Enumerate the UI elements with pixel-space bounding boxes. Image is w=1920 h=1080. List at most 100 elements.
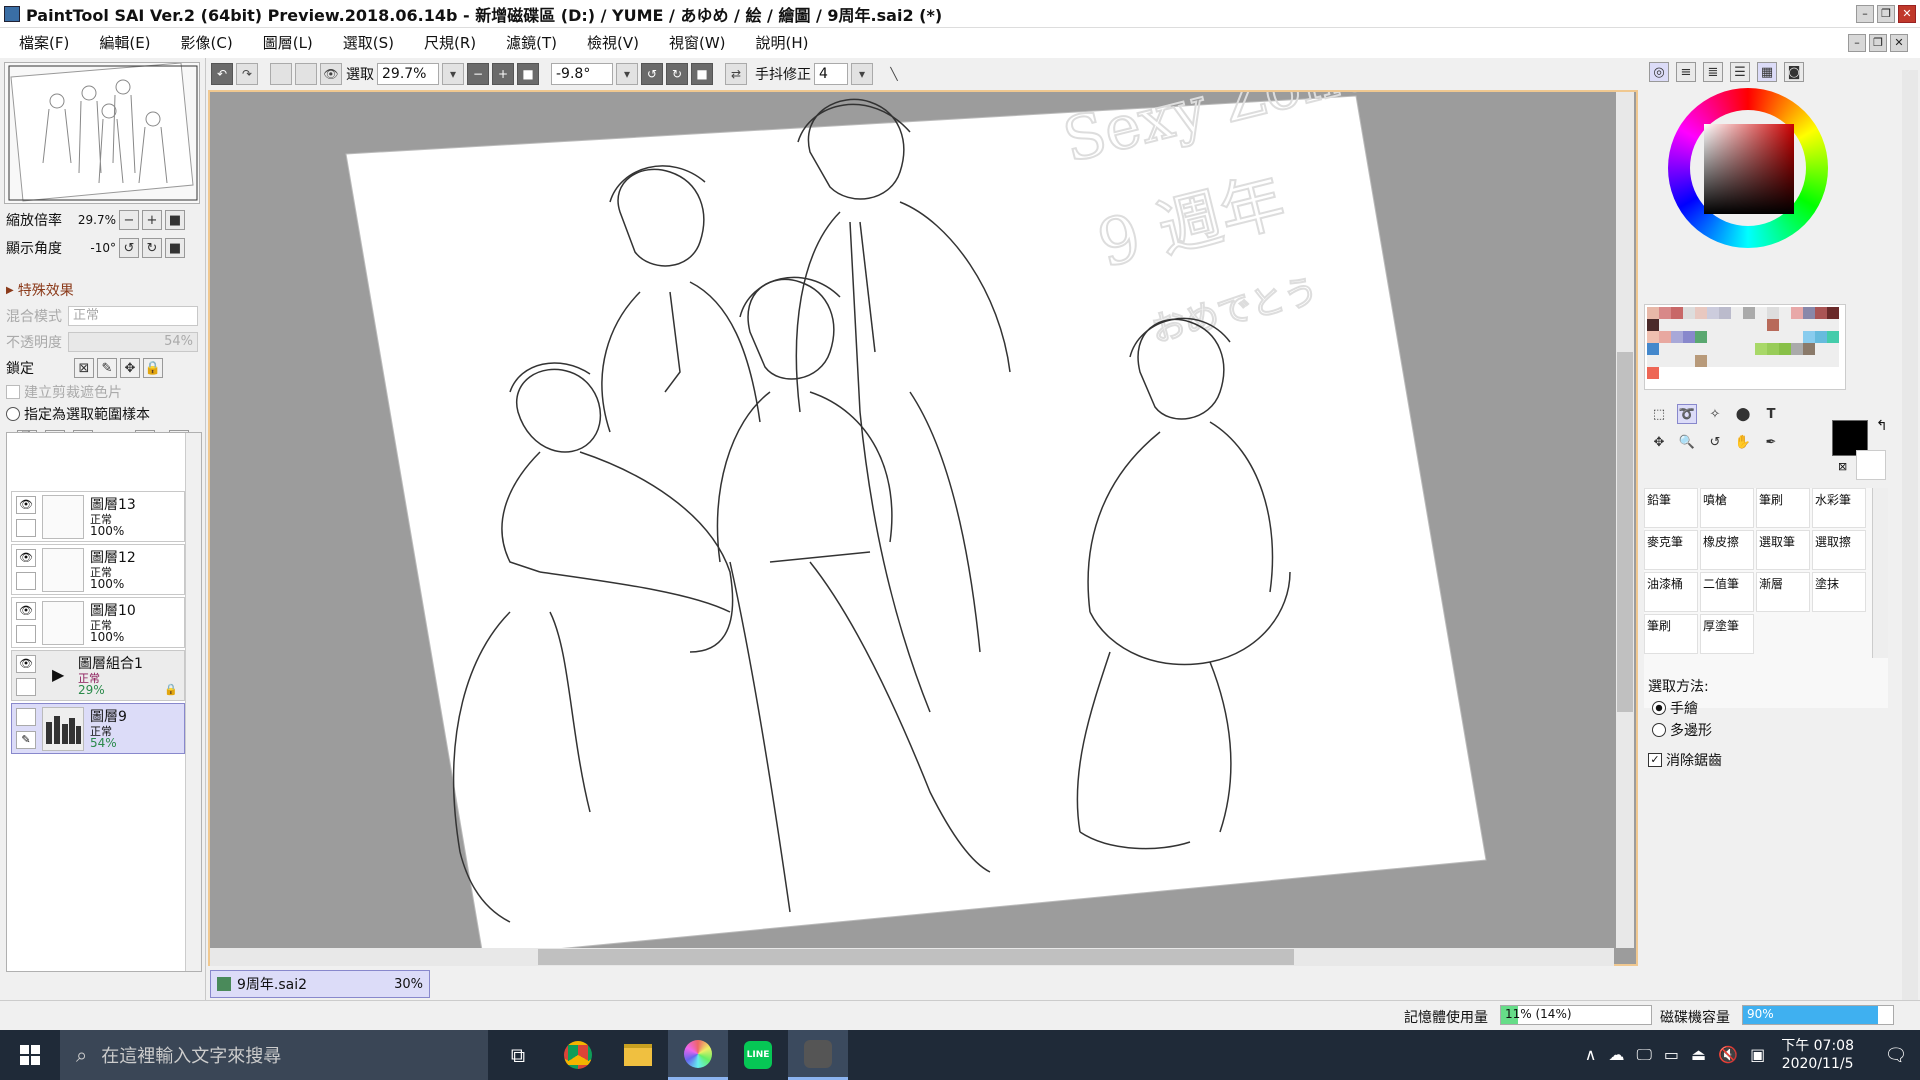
- eyedropper-icon[interactable]: ✒: [1761, 432, 1781, 452]
- chrome-icon[interactable]: [548, 1030, 608, 1080]
- painttool-sai-taskbar-icon[interactable]: [668, 1030, 728, 1080]
- volume-icon[interactable]: 🔇: [1718, 1045, 1738, 1065]
- brush-gradient[interactable]: 漸層: [1756, 572, 1810, 612]
- method-polygon-row[interactable]: 多邊形: [1652, 720, 1712, 740]
- lock-alpha-icon[interactable]: ⊠: [74, 358, 94, 378]
- usb-icon[interactable]: ⏏: [1691, 1045, 1706, 1065]
- navigator-preview[interactable]: [4, 62, 200, 204]
- stabilizer-field[interactable]: 4: [814, 63, 848, 85]
- menu-layer[interactable]: 圖層(L): [248, 28, 328, 58]
- nav-rotate-left-button[interactable]: ↺: [119, 238, 139, 258]
- opacity-slider[interactable]: 54%: [68, 332, 198, 352]
- menu-select[interactable]: 選取(S): [328, 28, 409, 58]
- eye-icon[interactable]: 👁: [16, 496, 36, 514]
- clip-checkbox[interactable]: [6, 385, 20, 399]
- canvas-vertical-scrollbar[interactable]: [1616, 92, 1634, 948]
- secondary-color-swatch[interactable]: [1856, 450, 1886, 480]
- sample-row[interactable]: 指定為選取範圍樣本: [6, 404, 150, 424]
- lock-all-icon[interactable]: 🔒: [143, 358, 163, 378]
- document-tab[interactable]: 9周年.sai2 30%: [210, 970, 430, 998]
- angle-dropdown-button[interactable]: ▾: [616, 63, 638, 85]
- transparent-color-icon[interactable]: ⊠: [1838, 460, 1847, 473]
- eye-icon[interactable]: 👁: [16, 549, 36, 567]
- magic-wand-icon[interactable]: ✧: [1705, 404, 1725, 424]
- nav-rotate-reset-button[interactable]: ■: [165, 238, 185, 258]
- flip-icon[interactable]: ⇄: [725, 63, 747, 85]
- swatch-grid-tab-icon[interactable]: ▦: [1757, 62, 1777, 82]
- layer-scrollbar[interactable]: [185, 433, 201, 971]
- zoom-reset-button[interactable]: ■: [517, 63, 539, 85]
- nav-zoom-out-button[interactable]: −: [119, 210, 139, 230]
- menu-image[interactable]: 影像(C): [166, 28, 248, 58]
- text-tool-icon[interactable]: T: [1761, 404, 1781, 424]
- taskbar-search-box[interactable]: ⌕ 在這裡輸入文字來搜尋: [60, 1030, 488, 1080]
- menu-file[interactable]: 檔案(F): [0, 28, 84, 58]
- effects-section[interactable]: ▶ 特殊效果: [6, 280, 74, 300]
- brush-binary[interactable]: 二值筆: [1700, 572, 1754, 612]
- file-explorer-icon[interactable]: [608, 1030, 668, 1080]
- deselect-button[interactable]: [270, 63, 292, 85]
- folder-expand-icon[interactable]: ▶: [52, 665, 64, 684]
- layer-select-checkbox[interactable]: [16, 625, 36, 643]
- rotate-right-button[interactable]: ↻: [666, 63, 688, 85]
- layer-select-checkbox[interactable]: [16, 572, 36, 590]
- layer-item-12[interactable]: 👁 圖層12 正常 100%: [11, 544, 185, 595]
- clip-row[interactable]: 建立剪裁遮色片: [6, 382, 122, 402]
- straight-line-icon[interactable]: ╲: [883, 63, 905, 85]
- brush-watercolor[interactable]: 水彩筆: [1812, 488, 1866, 528]
- zoom-in-button[interactable]: +: [492, 63, 514, 85]
- nav-zoom-reset-button[interactable]: ■: [165, 210, 185, 230]
- clock[interactable]: 下午 07:08 2020/11/5: [1781, 1037, 1854, 1073]
- zoom-out-button[interactable]: −: [467, 63, 489, 85]
- minimize-button[interactable]: –: [1856, 4, 1874, 23]
- battery-icon[interactable]: ▭: [1664, 1045, 1679, 1065]
- stabilizer-dropdown-button[interactable]: ▾: [851, 63, 873, 85]
- canvas-area[interactable]: Sexy Zone 9 週年 おめでとう: [208, 90, 1638, 966]
- layer-select-checkbox[interactable]: [16, 519, 36, 537]
- rotate-left-button[interactable]: ↺: [641, 63, 663, 85]
- eye-icon[interactable]: 👁: [320, 63, 342, 85]
- canvas-horizontal-scrollbar[interactable]: [210, 948, 1614, 966]
- lock-move-icon[interactable]: ✥: [120, 358, 140, 378]
- doc-minimize-button[interactable]: –: [1848, 34, 1866, 52]
- swatch-list-tab-icon[interactable]: ☰: [1730, 62, 1750, 82]
- rgb-slider-tab-icon[interactable]: ≡: [1676, 62, 1696, 82]
- menu-edit[interactable]: 編輯(E): [84, 28, 165, 58]
- brush-eraser[interactable]: 橡皮擦: [1700, 530, 1754, 570]
- invert-selection-button[interactable]: [295, 63, 317, 85]
- move-icon[interactable]: ✥: [1649, 432, 1669, 452]
- eye-off-icon[interactable]: [16, 708, 36, 726]
- method-freehand-row[interactable]: 手繪: [1652, 698, 1698, 718]
- brush-pencil[interactable]: 鉛筆: [1644, 488, 1698, 528]
- onedrive-icon[interactable]: ☁: [1608, 1045, 1624, 1065]
- shape-icon[interactable]: ⬤: [1733, 404, 1753, 424]
- brush-select-eraser[interactable]: 選取擦: [1812, 530, 1866, 570]
- vscroll-thumb[interactable]: [1617, 352, 1633, 712]
- close-button[interactable]: ✕: [1898, 4, 1916, 23]
- scratchpad-tab-icon[interactable]: ◙: [1784, 62, 1804, 82]
- layer-item-10[interactable]: 👁 圖層10 正常 100%: [11, 597, 185, 648]
- method-freehand-radio[interactable]: [1652, 701, 1666, 715]
- canvas-drawing[interactable]: Sexy Zone 9 週年 おめでとう: [210, 92, 1636, 964]
- hscroll-thumb[interactable]: [538, 949, 1294, 965]
- notification-icon[interactable]: 🗨: [1872, 1030, 1920, 1080]
- windows-start-button[interactable]: [0, 1030, 60, 1080]
- nav-zoom-in-button[interactable]: +: [142, 210, 162, 230]
- undo-button[interactable]: ↶: [211, 63, 233, 85]
- rotate-tool-icon[interactable]: ↺: [1705, 432, 1725, 452]
- brush-brush-2[interactable]: 筆刷: [1644, 614, 1698, 654]
- hsv-slider-tab-icon[interactable]: ≣: [1703, 62, 1723, 82]
- brush-thick-paint[interactable]: 厚塗筆: [1700, 614, 1754, 654]
- task-view-icon[interactable]: ⧉: [488, 1030, 548, 1080]
- brush-airbrush[interactable]: 噴槍: [1700, 488, 1754, 528]
- nav-rotate-right-button[interactable]: ↻: [142, 238, 162, 258]
- menu-ruler[interactable]: 尺規(R): [409, 28, 491, 58]
- eye-icon[interactable]: 👁: [16, 602, 36, 620]
- brush-blur[interactable]: 塗抹: [1812, 572, 1866, 612]
- blend-select[interactable]: 正常: [68, 306, 198, 326]
- pen-icon[interactable]: ✎: [16, 731, 36, 749]
- brush-scrollbar[interactable]: [1872, 488, 1888, 658]
- zoom-dropdown-button[interactable]: ▾: [442, 63, 464, 85]
- hand-icon[interactable]: ✋: [1733, 432, 1753, 452]
- line-app-icon[interactable]: LINE: [728, 1030, 788, 1080]
